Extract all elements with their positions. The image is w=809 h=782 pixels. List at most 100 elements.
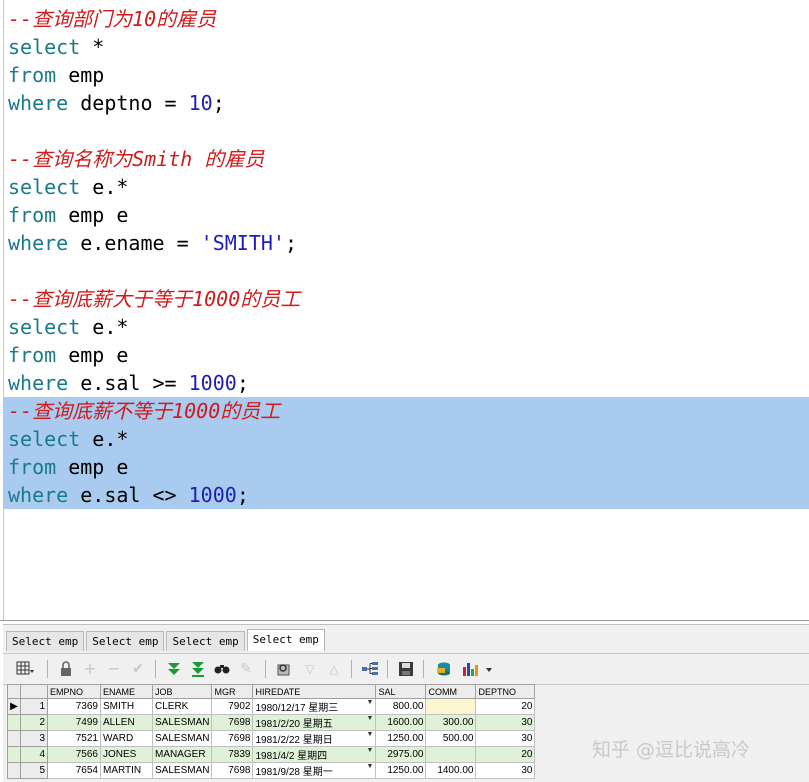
cell-mgr[interactable]: 7698 [211, 730, 254, 747]
cell-mgr[interactable]: 7839 [211, 746, 254, 763]
keyword: where [8, 91, 69, 115]
cell-sal[interactable]: 1250.00 [375, 762, 427, 779]
cell-sal[interactable]: 2975.00 [375, 746, 427, 763]
hiredate-value: 1981/9/28 星期一 [255, 767, 333, 778]
cell-empno[interactable]: 7654 [47, 762, 101, 779]
table-row[interactable]: 2 7499 ALLEN SALESMAN 7698 1981/2/20 星期五… [7, 714, 536, 731]
dropdown-arrow-icon[interactable]: ▼ [367, 715, 374, 722]
column-header[interactable]: EMPNO [47, 684, 101, 699]
cell-hiredate[interactable]: 1981/2/22 星期日 ▼ [252, 730, 377, 747]
code-line-selected[interactable]: where e.sal <> 1000; [4, 481, 809, 509]
table-row[interactable]: ▶ 1 7369 SMITH CLERK 7902 1980/12/17 星期三… [7, 698, 536, 715]
code-comment-selected[interactable]: --查询底薪不等于1000的员工 [4, 397, 809, 425]
column-header[interactable]: HIREDATE [252, 684, 377, 699]
save-icon[interactable] [397, 660, 415, 678]
sort-desc-icon[interactable]: ▽ [301, 660, 319, 678]
code-text: emp e [56, 343, 129, 367]
table-row[interactable]: 5 7654 MARTIN SALESMAN 7698 1981/9/28 星期… [7, 762, 536, 779]
cell-deptno[interactable]: 30 [475, 714, 536, 731]
code-line[interactable]: from emp e [8, 341, 128, 369]
lock-icon[interactable] [57, 660, 75, 678]
cell-sal[interactable]: 1250.00 [375, 730, 427, 747]
cell-empno[interactable]: 7566 [47, 746, 101, 763]
cell-sal[interactable]: 1600.00 [375, 714, 427, 731]
cell-empno[interactable]: 7369 [47, 698, 101, 715]
fetch-next-icon[interactable] [165, 660, 183, 678]
tab-select-emp-3[interactable]: Select emp [166, 631, 245, 651]
dropdown-arrow-icon[interactable]: ▼ [367, 699, 374, 706]
cell-deptno[interactable]: 20 [475, 746, 536, 763]
cell-mgr[interactable]: 7698 [211, 762, 254, 779]
cell-job[interactable]: MANAGER [151, 746, 213, 763]
fetch-last-icon[interactable] [189, 660, 207, 678]
cell-hiredate[interactable]: 1981/9/28 星期一 ▼ [252, 762, 377, 779]
cell-empno[interactable]: 7521 [47, 730, 101, 747]
sql-editor[interactable]: --查询部门为10的雇员 select * from emp where dep… [3, 0, 809, 620]
code-line[interactable]: from emp [8, 61, 104, 89]
cell-sal[interactable]: 800.00 [375, 698, 427, 715]
table-row[interactable]: 4 7566 JONES MANAGER 7839 1981/4/2 星期四 ▼ … [7, 746, 536, 763]
cell-ename[interactable]: MARTIN [100, 762, 153, 779]
dropdown-arrow-icon[interactable]: ▼ [367, 747, 374, 754]
cell-job[interactable]: SALESMAN [151, 730, 213, 747]
dropdown-arrow-icon[interactable]: ▼ [367, 731, 374, 738]
results-grid[interactable]: EMPNO ENAME JOB MGR HIREDATE SAL COMM DE… [7, 684, 536, 779]
grid-menu-icon[interactable] [11, 660, 39, 678]
code-comment[interactable]: --查询名称为Smith 的雇员 [8, 145, 264, 173]
cell-comm[interactable]: 500.00 [425, 730, 477, 747]
column-header[interactable]: MGR [211, 684, 254, 699]
cell-ename[interactable]: WARD [100, 730, 153, 747]
cell-deptno[interactable]: 20 [475, 698, 536, 715]
chart-icon[interactable] [461, 660, 495, 678]
tab-select-emp-1[interactable]: Select emp [6, 631, 85, 651]
code-text: e.* [80, 175, 129, 199]
cell-deptno[interactable]: 30 [475, 730, 536, 747]
cell-hiredate[interactable]: 1981/2/20 星期五 ▼ [252, 714, 377, 731]
code-comment[interactable]: --查询部门为10的雇员 [8, 5, 216, 33]
cell-comm[interactable]: 1400.00 [425, 762, 477, 779]
column-header[interactable]: ENAME [100, 684, 153, 699]
column-header[interactable]: DEPTNO [475, 684, 536, 699]
code-line[interactable]: where e.ename = 'SMITH'; [8, 229, 297, 257]
column-header[interactable]: SAL [375, 684, 427, 699]
code-line[interactable]: from emp e [8, 201, 128, 229]
cell-comm[interactable] [425, 746, 477, 763]
cell-job[interactable]: SALESMAN [151, 714, 213, 731]
code-line[interactable]: select e.* [8, 173, 128, 201]
find-icon[interactable] [213, 660, 231, 678]
dropdown-arrow-icon[interactable]: ▼ [367, 763, 374, 770]
cell-mgr[interactable]: 7698 [211, 714, 254, 731]
cell-comm[interactable] [425, 698, 477, 715]
cell-ename[interactable]: JONES [100, 746, 153, 763]
cell-mgr[interactable]: 7902 [211, 698, 254, 715]
code-line-selected[interactable]: from emp e [4, 453, 809, 481]
post-icon[interactable]: ✔ [129, 660, 147, 678]
table-row[interactable]: 3 7521 WARD SALESMAN 7698 1981/2/22 星期日 ▼… [7, 730, 536, 747]
cell-comm[interactable]: 300.00 [425, 714, 477, 731]
query-by-example-icon[interactable] [275, 660, 293, 678]
cell-job[interactable]: CLERK [151, 698, 213, 715]
tree-icon[interactable] [361, 660, 379, 678]
tab-select-emp-4[interactable]: Select emp [246, 629, 325, 651]
cell-hiredate[interactable]: 1981/4/2 星期四 ▼ [252, 746, 377, 763]
column-header[interactable]: JOB [151, 684, 213, 699]
code-line[interactable]: where e.sal >= 1000; [8, 369, 249, 397]
code-line[interactable]: select * [8, 33, 104, 61]
tab-select-emp-2[interactable]: Select emp [86, 631, 165, 651]
cell-ename[interactable]: SMITH [100, 698, 153, 715]
cell-empno[interactable]: 7499 [47, 714, 101, 731]
code-comment[interactable]: --查询底薪大于等于1000的员工 [8, 285, 300, 313]
sort-asc-icon[interactable]: △ [325, 660, 343, 678]
add-row-icon[interactable]: + [81, 660, 99, 678]
delete-row-icon[interactable]: − [105, 660, 123, 678]
cell-hiredate[interactable]: 1980/12/17 星期三 ▼ [252, 698, 377, 715]
code-line[interactable]: select e.* [8, 313, 128, 341]
code-line-selected[interactable]: select e.* [4, 425, 809, 453]
cell-job[interactable]: SALESMAN [151, 762, 213, 779]
cell-ename[interactable]: ALLEN [100, 714, 153, 731]
column-header[interactable]: COMM [425, 684, 477, 699]
cell-deptno[interactable]: 30 [475, 762, 536, 779]
code-line[interactable]: where deptno = 10; [8, 89, 225, 117]
clear-icon[interactable]: ✎ [237, 660, 255, 678]
export-icon[interactable] [435, 660, 453, 678]
